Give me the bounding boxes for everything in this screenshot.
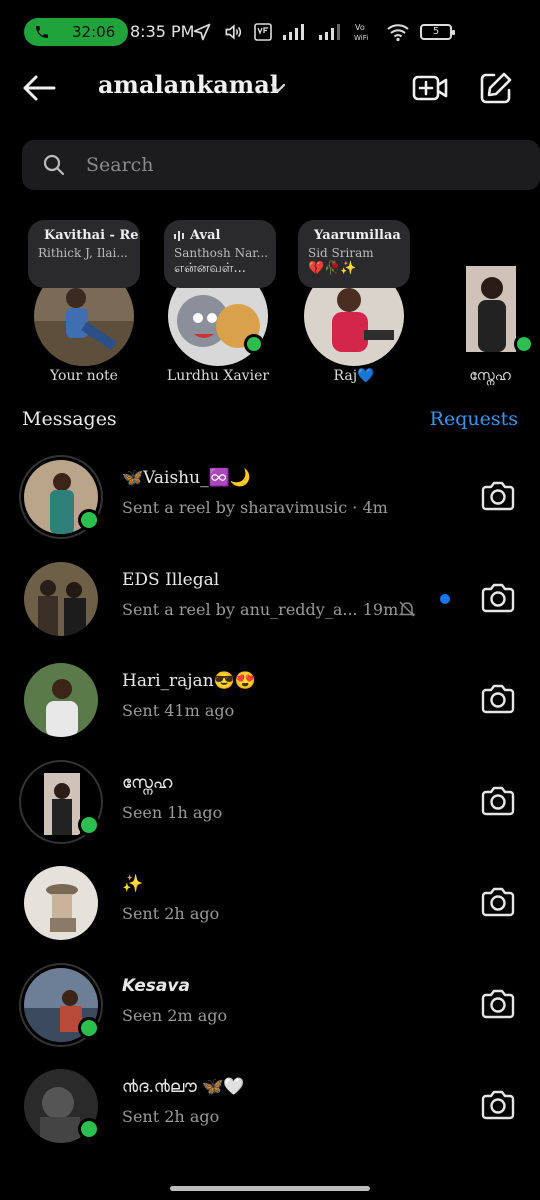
battery-icon: 5 — [420, 24, 455, 40]
camera-icon[interactable] — [480, 886, 516, 918]
home-indicator[interactable] — [170, 1186, 370, 1191]
dm-header: amalankamal — [0, 64, 540, 112]
thread-name: സ്നേഹ — [122, 772, 173, 793]
note-bubble: Aval Santhosh Nar... என்னவள்... — [164, 220, 276, 288]
note-song: Yaarumillaa — [314, 228, 401, 243]
muted-bell-icon — [398, 600, 416, 617]
unread-dot — [440, 593, 450, 604]
thread-preview: Seen 2m ago — [122, 1005, 228, 1025]
back-arrow-icon[interactable] — [22, 74, 56, 102]
thread-preview: Sent a reel by sharavimusic · 4m — [122, 498, 388, 517]
online-indicator — [78, 813, 100, 836]
avatar — [24, 866, 98, 940]
note-artist: Santhosh Nar... — [174, 246, 269, 260]
wifi-icon — [387, 24, 409, 42]
search-input[interactable] — [86, 148, 506, 182]
thread-name: ✨ — [122, 874, 144, 894]
avatar — [24, 561, 98, 636]
note-bubble: Yaarumillaa Sid Sriram 💔🥀✨ — [298, 220, 410, 288]
call-timer: 32:06 — [72, 23, 116, 41]
status-icons: Vo WiFi 5 — [192, 18, 455, 46]
search-icon — [43, 154, 65, 176]
note-name: സ്നേഹ — [469, 368, 511, 384]
thread-row[interactable]: സ്നേഹ Seen 1h ago — [0, 757, 540, 847]
signal-icon-2 — [319, 24, 340, 40]
thread-name: ൯ദ.൯ലൗ 🦋🤍 — [122, 1077, 245, 1097]
compose-icon[interactable] — [476, 68, 516, 108]
note-text: 💔🥀✨ — [308, 261, 357, 276]
note-text: என்னவள்... — [174, 261, 246, 276]
camera-icon[interactable] — [480, 988, 516, 1020]
thread-row[interactable]: 🦋Vaishu_♾️🌙 Sent a reel by sharavimusic ·… — [0, 452, 540, 542]
thread-preview: Seen 1h ago — [122, 802, 223, 822]
note-song: Kavithai - Re — [44, 228, 139, 243]
thread-name: Hari_rajan😎😍 — [122, 671, 256, 691]
thread-preview: Sent 2h ago — [122, 1107, 220, 1126]
thread-row[interactable]: EDS Illegal Sent a reel by anu_reddy_a...… — [0, 554, 540, 644]
new-video-call-icon[interactable] — [410, 68, 450, 108]
thread-row[interactable]: ൯ദ.൯ലൗ 🦋🤍 Sent 2h ago — [0, 1061, 540, 1151]
account-name[interactable]: amalankamal — [98, 70, 279, 99]
notes-row: Kavithai - Re Rithick J, Ilai... Your no… — [0, 214, 540, 394]
thread-row[interactable]: Kesava Seen 2m ago — [0, 960, 540, 1050]
svg-text:Vo: Vo — [355, 23, 365, 32]
note-item-lurdhu[interactable]: Aval Santhosh Nar... என்னவள்... Lurdhu X… — [152, 214, 276, 394]
ongoing-call-pill[interactable]: 32:06 — [24, 18, 128, 46]
thread-row[interactable]: Hari_rajan😎😍 Sent 41m ago — [0, 655, 540, 745]
camera-icon[interactable] — [480, 1089, 516, 1121]
camera-icon[interactable] — [480, 480, 516, 512]
note-artist: Sid Sriram — [308, 246, 374, 260]
note-name: Raj💙 — [333, 368, 375, 384]
thread-row[interactable]: ✨ Sent 2h ago — [0, 858, 540, 948]
avatar — [466, 266, 516, 352]
note-item-raj[interactable]: Yaarumillaa Sid Sriram 💔🥀✨ Raj💙 — [288, 214, 410, 394]
note-artist: Rithick J, Ilai... — [38, 246, 128, 260]
note-bubble: Kavithai - Re Rithick J, Ilai... — [28, 220, 140, 288]
volume-icon — [225, 24, 242, 40]
camera-icon[interactable] — [480, 683, 516, 715]
online-indicator — [514, 334, 534, 354]
chevron-down-icon[interactable] — [268, 78, 288, 98]
online-indicator — [244, 334, 264, 354]
location-icon — [193, 23, 211, 41]
requests-link[interactable]: Requests — [430, 408, 518, 430]
phone-icon — [36, 26, 48, 38]
online-indicator — [78, 1016, 100, 1039]
thread-preview: Sent 41m ago — [122, 701, 235, 720]
thread-name: EDS Illegal — [122, 569, 220, 590]
camera-icon[interactable] — [480, 785, 516, 817]
messages-heading: Messages — [22, 408, 117, 430]
clock: 8:35 PM — [130, 22, 195, 41]
note-item-your-note[interactable]: Kavithai - Re Rithick J, Ilai... Your no… — [18, 214, 140, 394]
audio-bars-icon — [174, 230, 184, 241]
thread-preview: Sent 2h ago — [122, 904, 220, 923]
svg-text:WiFi: WiFi — [354, 34, 368, 42]
note-item-sneha[interactable]: സ്നേഹ — [430, 214, 540, 394]
thread-name: Kesava — [122, 975, 190, 996]
note-name: Lurdhu Xavier — [166, 368, 270, 384]
status-bar: 32:06 8:35 PM Vo WiFi 5 — [0, 0, 540, 64]
note-name: Your note — [50, 368, 118, 384]
online-indicator — [78, 1118, 100, 1140]
signal-icon — [283, 24, 304, 40]
note-song: Aval — [190, 228, 221, 243]
avatar — [24, 663, 98, 737]
thread-name: 🦋Vaishu_♾️🌙 — [122, 468, 251, 488]
thread-preview: Sent a reel by anu_reddy_a... 19m — [122, 599, 399, 619]
volte-icon — [254, 23, 272, 41]
camera-icon[interactable] — [480, 582, 516, 614]
online-indicator — [78, 509, 100, 531]
vowifi-icon: Vo WiFi — [354, 23, 368, 42]
search-bar[interactable] — [22, 140, 540, 190]
